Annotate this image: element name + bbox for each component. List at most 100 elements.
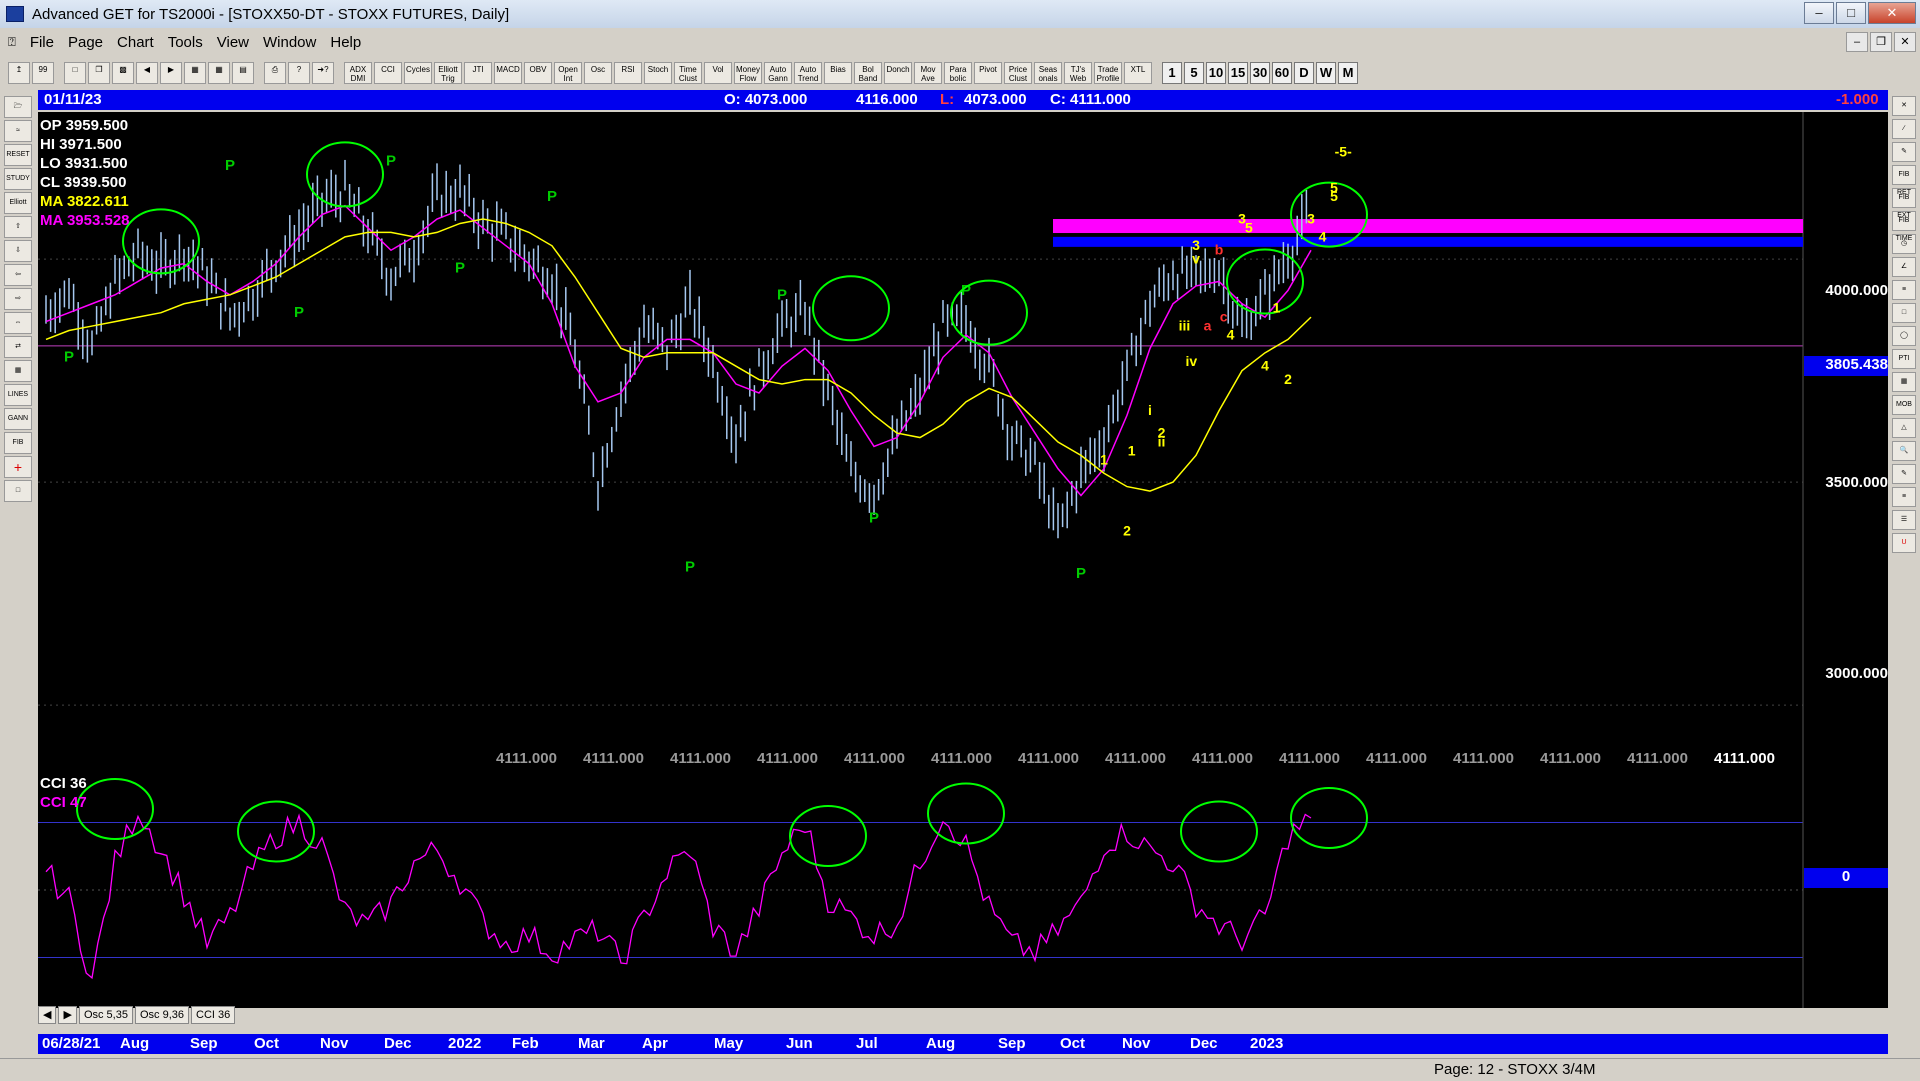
save-icon[interactable]: ▩ [112,62,134,84]
close-tool-icon[interactable]: ✕ [1892,96,1916,116]
list-icon[interactable]: ☰ [1892,510,1916,530]
maximize-button[interactable]: □ [1836,2,1866,24]
mdi-close-button[interactable]: ✕ [1894,32,1916,52]
fib-icon[interactable]: FIB [4,432,32,454]
fan-icon[interactable]: ∠ [1892,257,1916,277]
indicator-button-rsi[interactable]: RSI [614,62,642,84]
indicator-button-seas-onals[interactable]: Seas onals [1034,62,1062,84]
timeframe-button-10[interactable]: 10 [1206,62,1226,84]
grid-tool-icon[interactable]: ▦ [4,360,32,382]
context-help-icon[interactable]: ➜? [312,62,334,84]
fib-ret-icon[interactable]: FIB RET [1892,165,1916,196]
arrow-right-icon[interactable]: ⇨ [4,288,32,310]
paint-icon[interactable]: ✎ [1892,464,1916,484]
timeframe-button-D[interactable]: D [1294,62,1314,84]
mdi-restore-button[interactable]: ❐ [1870,32,1892,52]
indicator-button-osc[interactable]: Osc [584,62,612,84]
menu-window[interactable]: Window [263,34,316,51]
indicator-button-auto-trend[interactable]: Auto Trend [794,62,822,84]
zoom-icon[interactable]: 🔍 [1892,441,1916,461]
line-tool-icon[interactable]: ∕ [1892,119,1916,139]
indicator-button-elliott-trig[interactable]: Elliott Trig [434,62,462,84]
timeframe-button-15[interactable]: 15 [1228,62,1248,84]
layout-icon[interactable]: ▦ [184,62,206,84]
help-icon[interactable]: ? [288,62,310,84]
indicator-button-stoch[interactable]: Stoch [644,62,672,84]
arrow-left-icon[interactable]: ⇦ [4,264,32,286]
box-icon[interactable]: □ [1892,303,1916,323]
scroll-left-icon[interactable]: ◀ [136,62,158,84]
chart-icon[interactable]: ▤ [232,62,254,84]
indicator-button-adx-dmi[interactable]: ADX DMI [344,62,372,84]
folder-icon[interactable]: 🗁 [4,96,32,118]
page-setup-icon[interactable]: □ [4,480,32,502]
indicator-button-xtl[interactable]: XTL [1124,62,1152,84]
crosshair-icon[interactable]: + [4,456,32,478]
expand-icon[interactable]: ⇄ [4,336,32,358]
price-chart[interactable]: P P P P P P P P P P P 1 2 1 2 i ii iii iv v 3 a b c 3 4 5 4 1 2 3 4 5 5 -5… [38,112,1888,772]
menu-chart[interactable]: Chart [117,34,154,51]
indicator-button-bol-band[interactable]: Bol Band [854,62,882,84]
print-icon[interactable]: ⎙ [264,62,286,84]
elliott-icon[interactable]: Elliott [4,192,32,214]
arrow-up-icon[interactable]: ⇧ [4,216,32,238]
indicator-button-cycles[interactable]: Cycles [404,62,432,84]
minimize-button[interactable]: – [1804,2,1834,24]
grid-icon[interactable]: ▦ [208,62,230,84]
indicator-button-money-flow[interactable]: Money Flow [734,62,762,84]
close-button[interactable]: ✕ [1868,2,1916,24]
indicator-button-pivot[interactable]: Pivot [974,62,1002,84]
indicator-button-bias[interactable]: Bias [824,62,852,84]
lines-icon[interactable]: LINES [4,384,32,406]
indicator-button-cci[interactable]: CCI [374,62,402,84]
indicator-button-obv[interactable]: OBV [524,62,552,84]
indicator-button-macd[interactable]: MACD [494,62,522,84]
pti-icon[interactable]: PTI [1892,349,1916,369]
tab-osc-9-36[interactable]: Osc 9,36 [134,1006,189,1024]
new-page-icon[interactable]: □ [64,62,86,84]
channel-icon[interactable]: ≡ [1892,280,1916,300]
menu-help[interactable]: Help [330,34,361,51]
indicator-button-price-clust[interactable]: Price Clust [1004,62,1032,84]
timeframe-button-M[interactable]: M [1338,62,1358,84]
gann-icon[interactable]: GANN [4,408,32,430]
quote-tool-icon[interactable]: 99 [32,62,54,84]
menu-page[interactable]: Page [68,34,103,51]
scroll-right-button[interactable]: ▶ [58,1006,77,1024]
timeframe-button-5[interactable]: 5 [1184,62,1204,84]
timeframe-button-60[interactable]: 60 [1272,62,1292,84]
table-icon[interactable]: ▦ [1892,372,1916,392]
study-icon[interactable]: STUDY [4,168,32,190]
ruler-icon[interactable]: ≡ [1892,487,1916,507]
tab-cci-36[interactable]: CCI 36 [191,1006,236,1024]
indicator-button-para-bolic[interactable]: Para bolic [944,62,972,84]
triangle-icon[interactable]: △ [1892,418,1916,438]
cci-canvas[interactable] [38,772,1888,1008]
copy-page-icon[interactable]: ❐ [88,62,110,84]
tab-osc-5-35[interactable]: Osc 5,35 [78,1006,133,1024]
mob-icon[interactable]: MOB [1892,395,1916,415]
magnet-icon[interactable]: U [1892,533,1916,553]
menu-file[interactable]: File [30,34,54,51]
indicator-button-donch[interactable]: Donch [884,62,912,84]
indicator-button-auto-gann[interactable]: Auto Gann [764,62,792,84]
indicator-button-open-int[interactable]: Open Int [554,62,582,84]
menu-view[interactable]: View [217,34,249,51]
pointer-tool-icon[interactable]: ↥ [8,62,30,84]
fib-ext-icon[interactable]: FIB EXT [1892,188,1916,219]
menu-tools[interactable]: Tools [168,34,203,51]
indicator-button-jti[interactable]: JTI [464,62,492,84]
ellipse-icon[interactable]: ◯ [1892,326,1916,346]
cci-oscillator-panel[interactable]: CCI 36 CCI 47 0 [38,772,1888,1008]
reset-icon[interactable]: RESET [4,144,32,166]
indicator-button-vol[interactable]: Vol [704,62,732,84]
timeframe-button-1[interactable]: 1 [1162,62,1182,84]
fib-time-icon[interactable]: FIB TIME [1892,211,1916,242]
indicator-button-trade-profile[interactable]: Trade Profile [1094,62,1122,84]
price-chart-canvas[interactable]: PPPPPPPPPPP1212iiiiiiivv3abc3454123455-5… [38,112,1888,772]
scroll-left-button[interactable]: ◀ [38,1006,57,1024]
pattern-icon[interactable]: ≈ [4,120,32,142]
indicator-button-mov-ave[interactable]: Mov Ave [914,62,942,84]
pencil-icon[interactable]: ✎ [1892,142,1916,162]
mdi-minimize-button[interactable]: – [1846,32,1868,52]
